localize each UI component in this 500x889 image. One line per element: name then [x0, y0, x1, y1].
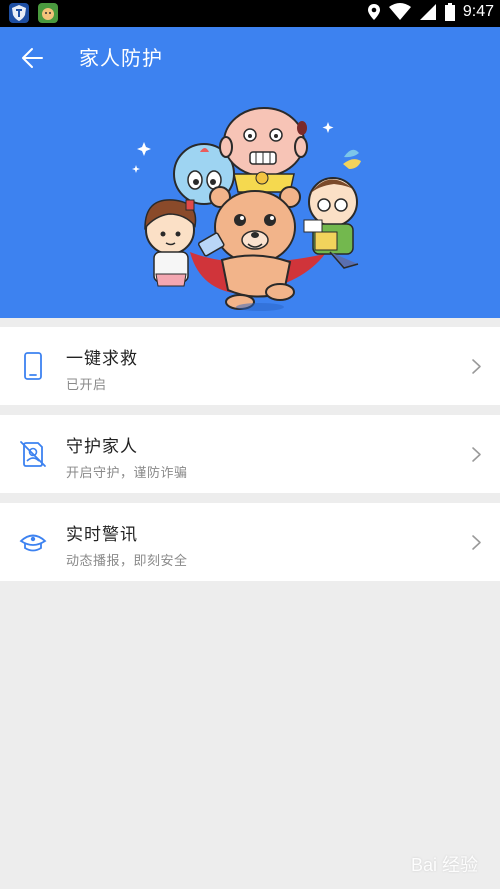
status-right: 9:47 [367, 3, 494, 21]
baidu-jingyan-watermark: Bai 经验 [410, 855, 478, 875]
guard-family-card-title: 守护家人 [66, 437, 138, 457]
back-button[interactable] [18, 43, 48, 73]
notification-icons [9, 3, 58, 23]
status-time: 9:47 [462, 3, 494, 20]
police-alert-card[interactable]: 实时警讯 动态播报，即刻安全 [0, 503, 500, 581]
security-app-icon [9, 3, 29, 23]
wifi-icon [388, 3, 411, 20]
status-bar: 9:47 [0, 0, 500, 27]
sos-card[interactable]: 一键求救 已开启 [0, 327, 500, 405]
signal-icon [419, 4, 436, 20]
page-title: 家人防护 [79, 46, 163, 70]
chevron-right-icon [472, 447, 481, 462]
sos-card-title: 一键求救 [66, 349, 138, 369]
guard-family-icon [20, 441, 46, 467]
header: 家人防护 [0, 27, 500, 318]
guard-family-card[interactable]: 守护家人 开启守护，谨防诈骗 [0, 415, 500, 493]
sos-card-subtitle: 已开启 [66, 378, 107, 393]
chevron-right-icon [472, 535, 481, 550]
guard-family-card-subtitle: 开启守护，谨防诈骗 [66, 466, 188, 481]
back-arrow-icon [22, 48, 43, 68]
police-alert-card-subtitle: 动态播报，即刻安全 [66, 554, 188, 569]
chevron-right-icon [472, 359, 481, 374]
location-icon [367, 4, 380, 20]
police-cap-icon [19, 534, 47, 552]
phone-icon [24, 352, 42, 380]
battery-icon [444, 3, 455, 21]
family-cartoon-illustration [132, 107, 361, 311]
game-app-icon [38, 3, 58, 23]
police-alert-card-title: 实时警讯 [66, 525, 138, 545]
